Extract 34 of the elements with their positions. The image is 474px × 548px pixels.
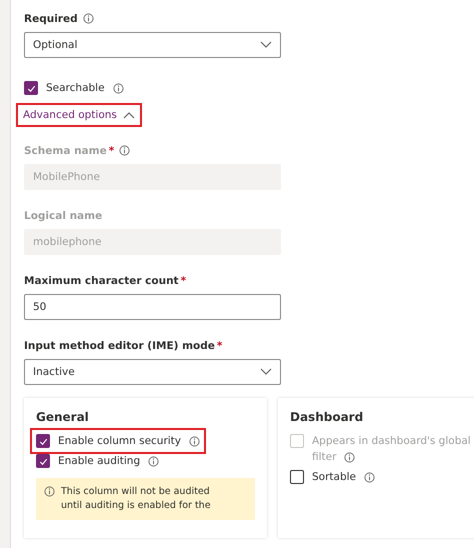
checkbox-label: Searchable [46,82,105,94]
field-label: Logical name [24,210,102,222]
info-icon[interactable] [364,472,375,482]
info-icon[interactable] [82,13,94,24]
field-label: Required [24,12,78,24]
chevron-icon [260,368,272,376]
checkbox[interactable] [36,454,50,468]
required-asterisk: * [216,340,222,352]
notice-text: This column will not be audited until auditing is enabled for the [61,485,211,513]
checkbox[interactable] [36,434,50,448]
info-icon[interactable] [189,436,200,446]
checkbox-label: Sortable [312,471,356,483]
required-asterisk: * [108,144,114,156]
info-icon[interactable] [112,82,124,94]
chevron-icon [122,111,135,119]
checkbox-label: filter [312,451,336,463]
ime-mode-dropdown[interactable]: Inactive [24,359,281,385]
checkbox-label: Enable auditing [58,455,140,467]
field-label: Schema name [24,144,107,156]
checkbox-label: Enable column security [58,435,182,447]
checkbox-label: Appears in dashboard's global [312,435,471,447]
checkbox[interactable] [290,470,304,484]
advanced-options-toggle[interactable]: Advanced options [18,105,140,125]
card-title: Dashboard [290,410,364,424]
card-title: General [36,410,90,424]
chevron-icon [260,41,272,49]
field-label: Maximum character count [24,274,179,286]
text-field[interactable]: 50 [24,294,281,320]
checkbox[interactable] [24,81,38,95]
required-asterisk: * [180,274,186,286]
info-icon [44,486,55,497]
info-icon[interactable] [148,456,160,466]
field-label: Input method editor (IME) mode [24,340,215,352]
required-dropdown[interactable]: Optional [24,32,281,58]
